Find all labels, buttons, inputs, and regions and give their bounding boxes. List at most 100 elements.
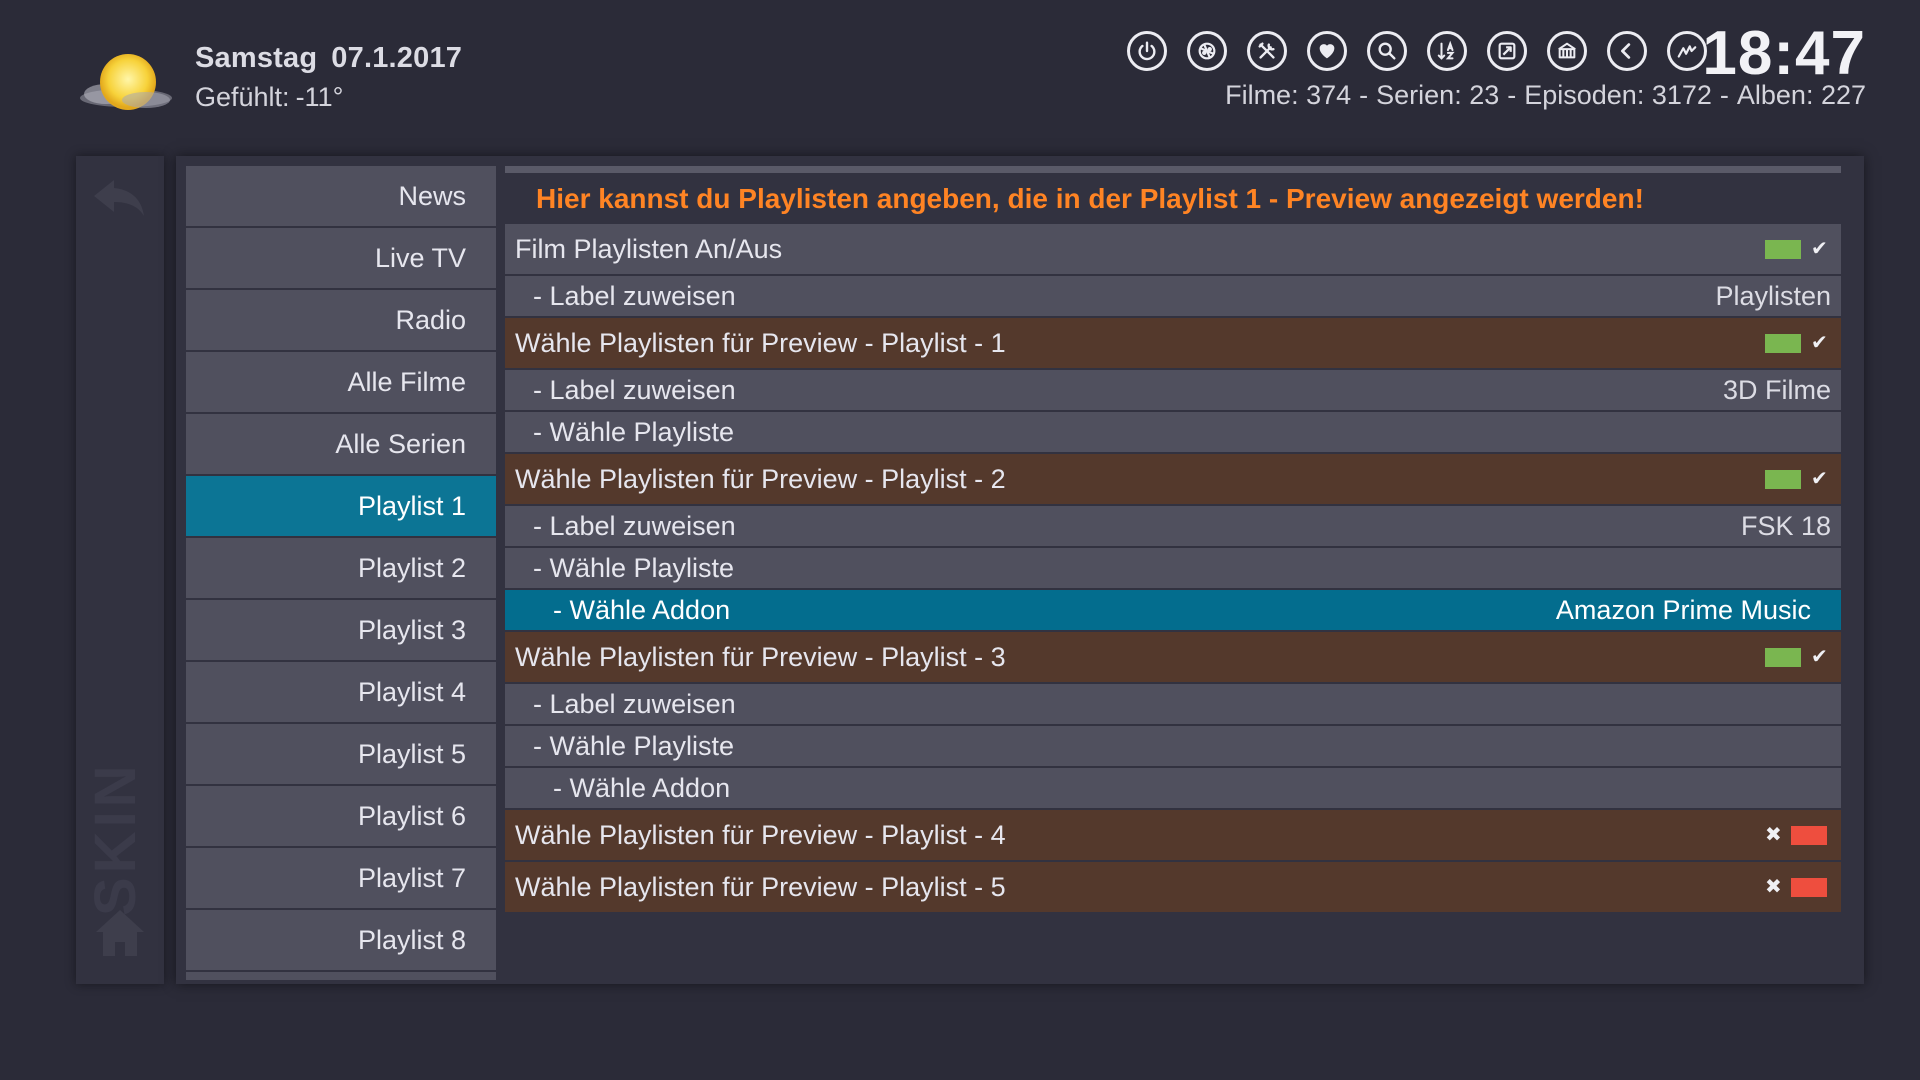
toggle-on[interactable]: ✔ [1765, 238, 1828, 260]
film-label-zuweisen[interactable]: - Label zuweisen Playlisten [505, 276, 1841, 316]
preview-playlist-5-toggle[interactable]: Wähle Playlisten für Preview - Playlist … [505, 862, 1841, 912]
power-icon[interactable] [1127, 31, 1167, 71]
menu-item-label: Playlist 4 [357, 676, 466, 707]
preview-playlist-2-toggle[interactable]: Wähle Playlisten für Preview - Playlist … [505, 454, 1841, 504]
toggle-switch [1765, 239, 1801, 259]
toggle-off[interactable]: ✖ [1765, 877, 1827, 897]
back-circle-icon[interactable] [1607, 31, 1647, 71]
menu-item-alle-filme[interactable]: Alle Filme [186, 352, 496, 412]
row-label: - Label zuweisen [533, 280, 736, 311]
main-panel: News Live TV Radio Alle Filme Alle Serie… [176, 156, 1864, 984]
check-icon: ✔ [1811, 646, 1828, 668]
menu-item-news[interactable]: News [186, 166, 496, 226]
toggle-off[interactable]: ✖ [1765, 825, 1827, 845]
menu-item-live-tv[interactable]: Live TV [186, 228, 496, 288]
playlist-3-waehle-addon[interactable]: - Wähle Addon [505, 768, 1841, 808]
row-label: - Wähle Playliste [533, 416, 735, 447]
toggle-on[interactable]: ✔ [1765, 332, 1828, 354]
menu-item-label: Playlist 5 [357, 738, 466, 769]
toggle-switch [1791, 877, 1827, 897]
back-arrow-icon[interactable] [92, 176, 148, 220]
menu-item-playlist-4[interactable]: Playlist 4 [186, 662, 496, 722]
tools-icon[interactable] [1247, 31, 1287, 71]
stat-filme: Filme: 374 [1225, 80, 1352, 110]
date-display: Samstag 07.1.2017 [195, 42, 462, 75]
menu-item-playlist-7[interactable]: Playlist 7 [186, 848, 496, 908]
menu-item-label: Playlist 1 [357, 490, 466, 521]
menu-item-label: Radio [395, 304, 466, 335]
toggle-on[interactable]: ✔ [1765, 646, 1828, 668]
menu-item-label: Playlist 2 [357, 552, 466, 583]
kodi-icon[interactable] [1667, 31, 1707, 71]
row-label: Film Playlisten An/Aus [515, 233, 783, 264]
menu-item-label: Alle Filme [347, 366, 466, 397]
x-icon: ✖ [1765, 824, 1782, 846]
menu-item-label: News [398, 180, 466, 211]
playlist-1-waehle-playliste[interactable]: - Wähle Playliste [505, 412, 1841, 452]
row-label: - Wähle Addon [553, 594, 731, 625]
search-icon[interactable] [1367, 31, 1407, 71]
row-label: - Label zuweisen [533, 688, 736, 719]
top-icon-bar [1127, 31, 1707, 71]
film-playlisten-toggle[interactable]: Film Playlisten An/Aus ✔ [505, 224, 1841, 274]
toggle-switch [1765, 333, 1801, 353]
screen-icon[interactable] [1487, 31, 1527, 71]
addons-icon[interactable] [1547, 31, 1587, 71]
menu-item-playlist-5[interactable]: Playlist 5 [186, 724, 496, 784]
side-strip: SKIN [76, 156, 164, 984]
check-icon: ✔ [1811, 468, 1828, 490]
menu-item-playlist-3[interactable]: Playlist 3 [186, 600, 496, 660]
menu-item-playlist-8[interactable]: Playlist 8 [186, 910, 496, 970]
heart-icon[interactable] [1307, 31, 1347, 71]
row-label: Wähle Playlisten für Preview - Playlist … [515, 871, 1006, 902]
preview-playlist-4-toggle[interactable]: Wähle Playlisten für Preview - Playlist … [505, 810, 1841, 860]
row-label: Wähle Playlisten für Preview - Playlist … [515, 463, 1006, 494]
toggle-switch [1791, 825, 1827, 845]
row-value: Playlisten [1715, 280, 1831, 311]
row-label: Wähle Playlisten für Preview - Playlist … [515, 641, 1006, 672]
playlist-3-label-zuweisen[interactable]: - Label zuweisen [505, 684, 1841, 724]
toggle-switch [1765, 469, 1801, 489]
check-icon: ✔ [1811, 332, 1828, 354]
skin-label: SKIN [83, 761, 148, 916]
toggle-on[interactable]: ✔ [1765, 468, 1828, 490]
menu-item-playlist-1[interactable]: Playlist 1 [186, 476, 496, 536]
row-label: - Wähle Playliste [533, 730, 735, 761]
preview-playlist-3-toggle[interactable]: Wähle Playlisten für Preview - Playlist … [505, 632, 1841, 682]
clock: 18:47 [1702, 19, 1866, 88]
category-menu: News Live TV Radio Alle Filme Alle Serie… [186, 166, 496, 980]
playlist-2-waehle-addon[interactable]: - Wähle Addon Amazon Prime Music [505, 590, 1841, 630]
menu-item-playlist-2[interactable]: Playlist 2 [186, 538, 496, 598]
stat-episoden: Episoden: 3172 [1524, 80, 1712, 110]
feels-label: Gefühlt: [195, 82, 290, 112]
date: 07.1.2017 [331, 42, 463, 74]
playlist-2-waehle-playliste[interactable]: - Wähle Playliste [505, 548, 1841, 588]
weekday: Samstag [195, 42, 318, 74]
playlist-3-waehle-playliste[interactable]: - Wähle Playliste [505, 726, 1841, 766]
stat-serien: Serien: 23 [1376, 80, 1500, 110]
preview-playlist-1-toggle[interactable]: Wähle Playlisten für Preview - Playlist … [505, 318, 1841, 368]
row-label: - Wähle Playliste [533, 552, 735, 583]
feels-value: -11° [295, 82, 344, 112]
toggle-switch [1765, 647, 1801, 667]
home-icon[interactable] [94, 908, 146, 958]
playlist-1-label-zuweisen[interactable]: - Label zuweisen 3D Filme [505, 370, 1841, 410]
row-label: Wähle Playlisten für Preview - Playlist … [515, 819, 1006, 850]
divider [505, 166, 1841, 173]
feels-like-temp: Gefühlt: -11° [195, 82, 343, 113]
sort-az-icon[interactable] [1427, 31, 1467, 71]
row-label: - Label zuweisen [533, 374, 736, 405]
pizza-icon[interactable] [1187, 31, 1227, 71]
menu-item-label: Playlist 6 [357, 800, 466, 831]
row-label: - Label zuweisen [533, 510, 736, 541]
menu-item-label: Alle Serien [335, 428, 466, 459]
playlist-2-label-zuweisen[interactable]: - Label zuweisen FSK 18 [505, 506, 1841, 546]
info-text: Hier kannst du Playlisten angeben, die i… [536, 182, 1644, 214]
x-icon: ✖ [1765, 876, 1782, 898]
check-icon: ✔ [1811, 238, 1828, 260]
menu-item-playlist-6[interactable]: Playlist 6 [186, 786, 496, 846]
row-value: FSK 18 [1740, 510, 1831, 541]
menu-item-radio[interactable]: Radio [186, 290, 496, 350]
menu-item-alle-serien[interactable]: Alle Serien [186, 414, 496, 474]
row-value: Amazon Prime Music [1555, 594, 1811, 625]
